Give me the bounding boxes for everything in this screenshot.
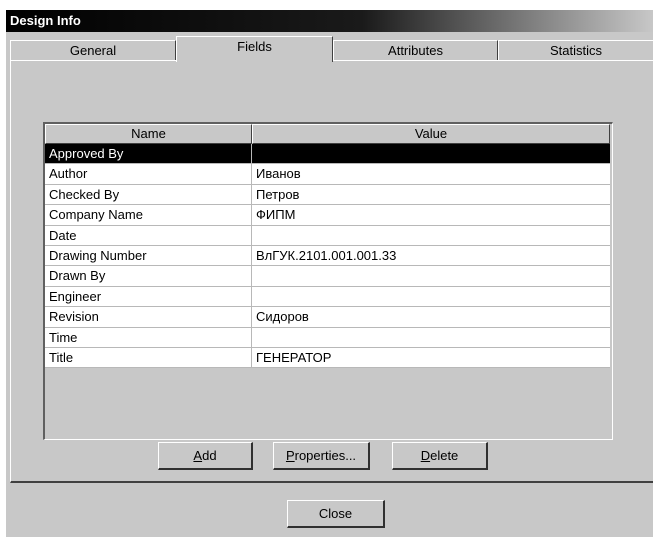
field-name-cell[interactable]: Drawn By	[45, 266, 252, 287]
tab-general[interactable]: General	[10, 40, 176, 60]
tab-strip: General Fields Attributes Statistics	[10, 36, 653, 62]
field-name-cell[interactable]: Company Name	[45, 205, 252, 226]
delete-button-mnemonic: D	[420, 448, 431, 463]
table-row[interactable]: Checked By Петров	[45, 184, 612, 206]
field-value-cell[interactable]	[252, 144, 610, 165]
field-name-cell[interactable]: Engineer	[45, 286, 252, 308]
properties-button-mnemonic: P	[285, 448, 295, 463]
window-title: Design Info	[6, 10, 653, 32]
column-header-value[interactable]: Value	[252, 124, 610, 144]
add-button-label: dd	[202, 448, 217, 463]
fields-table[interactable]: Name Value Approved By Author Иванов Checke…	[43, 122, 613, 440]
table-row[interactable]: Company Name ФИПМ	[45, 205, 612, 226]
tab-attributes[interactable]: Attributes	[333, 40, 498, 60]
add-button-mnemonic: A	[193, 448, 203, 463]
table-row[interactable]: Drawing Number ВлГУК.2101.001.001.33	[45, 245, 612, 267]
table-row[interactable]: Revision Сидоров	[45, 307, 612, 328]
field-value-cell[interactable]: ФИПМ	[252, 205, 610, 226]
properties-button[interactable]: Properties...	[273, 442, 370, 470]
field-value-cell[interactable]	[252, 286, 610, 308]
field-name-cell[interactable]: Title	[45, 347, 252, 369]
add-button[interactable]: Add	[158, 442, 253, 470]
field-name-cell[interactable]: Approved By	[45, 144, 252, 165]
field-value-cell[interactable]: Петров	[252, 184, 610, 206]
field-value-cell[interactable]: Иванов	[252, 164, 610, 185]
tab-statistics[interactable]: Statistics	[498, 40, 653, 60]
field-value-cell[interactable]: ВлГУК.2101.001.001.33	[252, 245, 610, 267]
table-body: Approved By Author Иванов Checked By Петров C…	[45, 144, 612, 369]
field-value-cell[interactable]: Сидоров	[252, 307, 610, 328]
fields-panel: Name Value Approved By Author Иванов Checke…	[10, 60, 653, 483]
field-value-cell[interactable]	[252, 225, 610, 246]
table-header: Name Value	[45, 124, 612, 144]
field-name-cell[interactable]: Author	[45, 164, 252, 185]
tab-fields[interactable]: Fields	[176, 36, 333, 62]
properties-button-label: roperties...	[294, 448, 357, 463]
table-row[interactable]: Date	[45, 225, 612, 246]
field-name-cell[interactable]: Date	[45, 225, 252, 246]
field-value-cell[interactable]	[252, 327, 610, 348]
field-name-cell[interactable]: Revision	[45, 307, 252, 328]
field-name-cell[interactable]: Time	[45, 327, 252, 348]
field-value-cell[interactable]	[252, 266, 610, 287]
table-row[interactable]: Time	[45, 327, 612, 348]
delete-button-label: elete	[430, 448, 459, 463]
close-button[interactable]: Close	[287, 500, 385, 528]
table-row[interactable]: Drawn By	[45, 266, 612, 287]
table-row[interactable]: Author Иванов	[45, 164, 612, 185]
column-header-name[interactable]: Name	[45, 124, 252, 144]
field-value-cell[interactable]: ГЕНЕРАТОР	[252, 347, 610, 369]
table-row[interactable]: Title ГЕНЕРАТОР	[45, 347, 612, 369]
field-name-cell[interactable]: Checked By	[45, 184, 252, 206]
delete-button[interactable]: Delete	[392, 442, 488, 470]
design-info-dialog: Design Info General Fields Attributes St…	[5, 9, 653, 537]
table-row[interactable]: Engineer	[45, 286, 612, 308]
table-row[interactable]: Approved By	[45, 144, 612, 165]
field-name-cell[interactable]: Drawing Number	[45, 245, 252, 267]
